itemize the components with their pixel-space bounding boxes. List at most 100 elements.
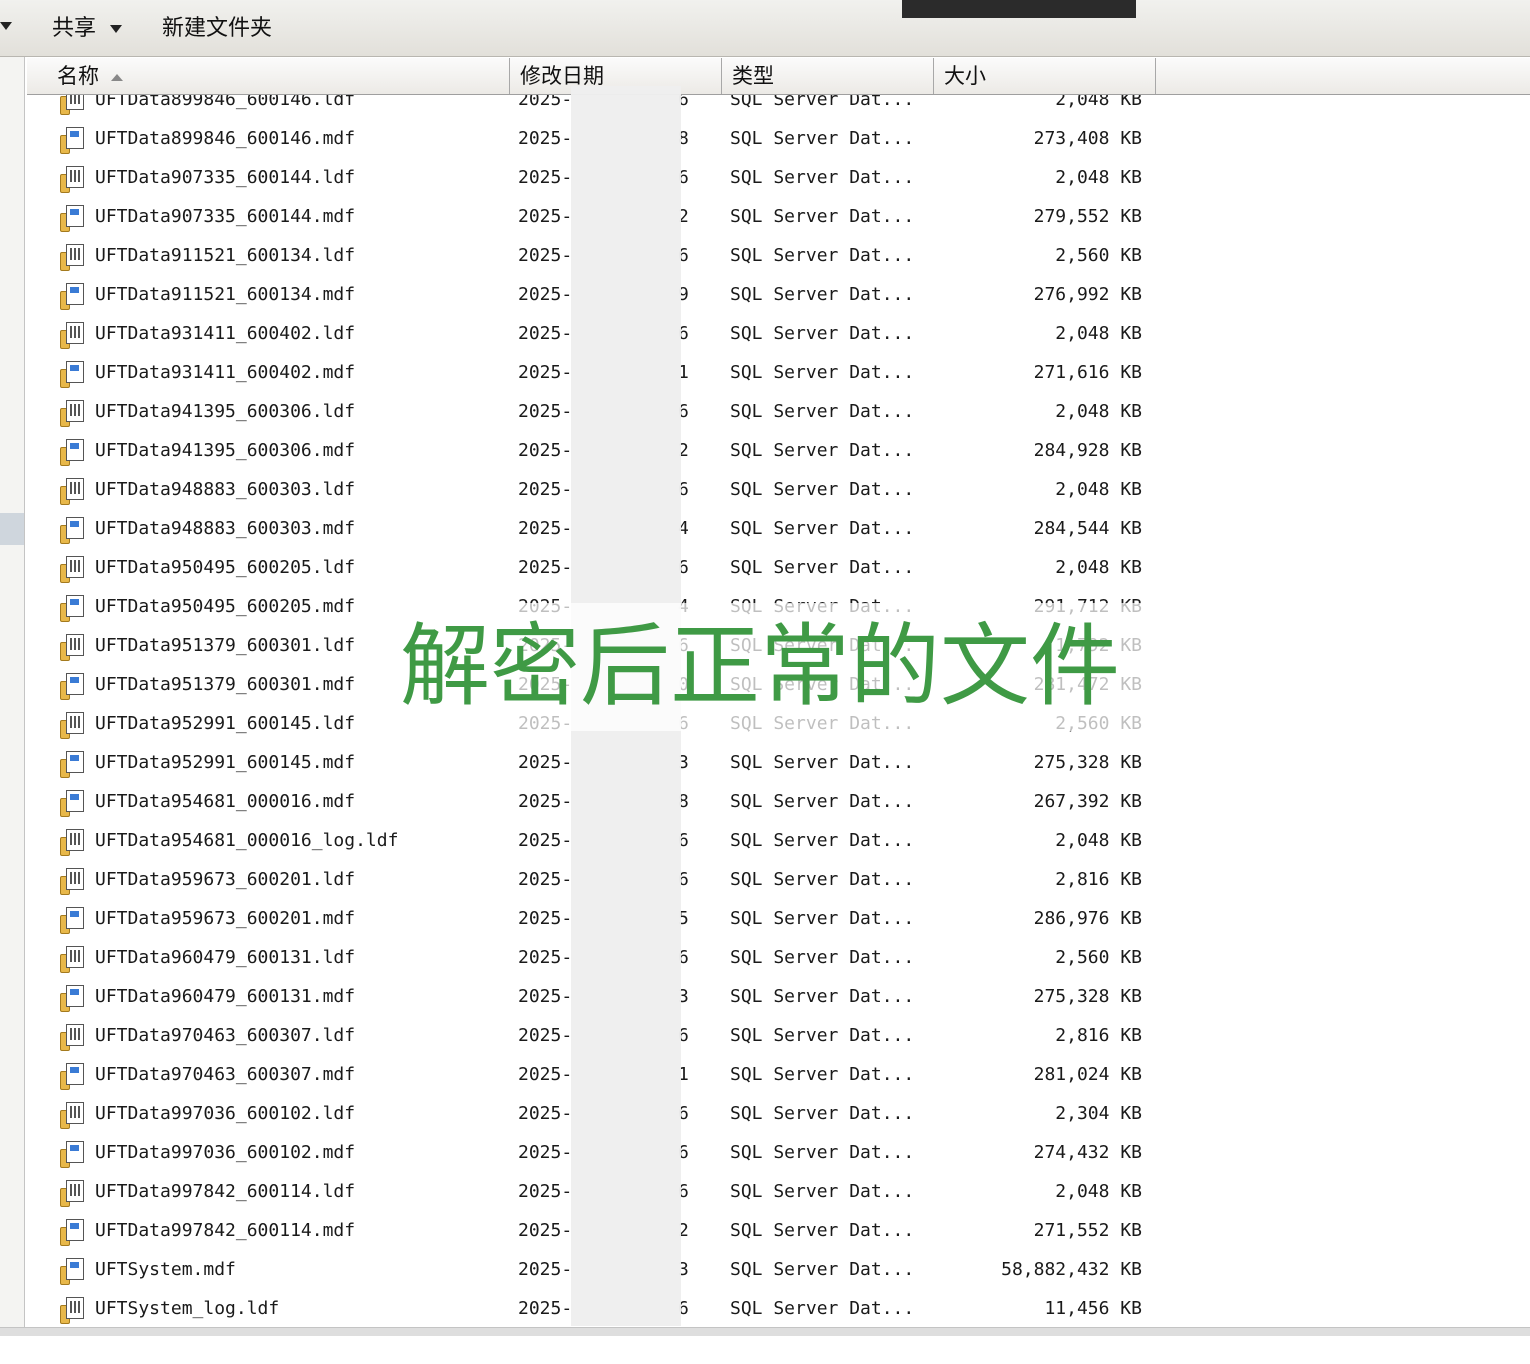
file-modified-date: 2025-	[518, 1103, 573, 1124]
file-modified-date: 2025-	[518, 986, 573, 1007]
ldf-file-icon	[60, 322, 86, 349]
file-size: 281,024 KB	[1033, 1064, 1142, 1085]
file-name: UFTData970463_600307.mdf	[95, 1064, 356, 1085]
file-name: UFTData959673_600201.ldf	[95, 869, 356, 890]
file-type: SQL Server Dat...	[730, 1181, 915, 1202]
file-name: UFTData941395_600306.mdf	[95, 440, 356, 461]
file-row[interactable]: UFTData948883_600303.mdf 2025- 4 SQL Server…	[27, 509, 1530, 548]
file-row[interactable]: UFTData899846_600146.ldf 2025- 6 SQL Server…	[27, 95, 1530, 119]
file-type: SQL Server Dat...	[730, 1220, 915, 1241]
file-type: SQL Server Dat...	[730, 1064, 915, 1085]
file-name: UFTData970463_600307.ldf	[95, 1025, 356, 1046]
file-row[interactable]: UFTData907335_600144.ldf 2025- 6 SQL Server…	[27, 158, 1530, 197]
file-size: 2,816 KB	[1055, 869, 1142, 890]
mdf-file-icon	[60, 283, 86, 310]
navigation-pane[interactable]	[0, 57, 25, 1327]
file-size: 284,544 KB	[1033, 518, 1142, 539]
file-row[interactable]: UFTData941395_600306.ldf 2025- 6 SQL Server…	[27, 392, 1530, 431]
chevron-down-icon	[110, 25, 123, 33]
sort-ascending-icon	[111, 73, 123, 81]
ldf-file-icon	[60, 634, 86, 661]
mdf-file-icon	[60, 1219, 86, 1246]
file-row[interactable]: UFTSystem.mdf 2025- 3 SQL Server Dat... 58,8…	[27, 1250, 1530, 1289]
file-row[interactable]: UFTData970463_600307.mdf 2025- 1 SQL Server…	[27, 1055, 1530, 1094]
file-name: UFTData899846_600146.ldf	[95, 95, 356, 110]
column-size-label: 大小	[944, 64, 986, 88]
file-modified-date: 2025-	[518, 830, 573, 851]
file-size: 271,552 KB	[1033, 1220, 1142, 1241]
file-row[interactable]: UFTData954681_000016.mdf 2025- 8 SQL Server…	[27, 782, 1530, 821]
file-row[interactable]: UFTData911521_600134.ldf 2025- 6 SQL Server…	[27, 236, 1530, 275]
file-row[interactable]: UFTData950495_600205.ldf 2025- 6 SQL Server…	[27, 548, 1530, 587]
file-row[interactable]: UFTData948883_600303.ldf 2025- 6 SQL Server…	[27, 470, 1530, 509]
file-row[interactable]: UFTData960479_600131.ldf 2025- 6 SQL Server…	[27, 938, 1530, 977]
column-type-label: 类型	[732, 64, 774, 88]
file-row[interactable]: UFTData899846_600146.mdf 2025- 8 SQL Server…	[27, 119, 1530, 158]
file-row[interactable]: UFTData907335_600144.mdf 2025- 2 SQL Server…	[27, 197, 1530, 236]
file-modified-date: 2025-	[518, 284, 573, 305]
file-row[interactable]: UFTData997036_600102.ldf 2025- 6 SQL Server…	[27, 1094, 1530, 1133]
file-name: UFTData997036_600102.ldf	[95, 1103, 356, 1124]
file-row[interactable]: UFTData952991_600145.mdf 2025- 3 SQL Server…	[27, 743, 1530, 782]
file-size: 2,048 KB	[1055, 1181, 1142, 1202]
mdf-file-icon	[60, 127, 86, 154]
file-type: SQL Server Dat...	[730, 830, 915, 851]
file-row[interactable]: UFTData959673_600201.ldf 2025- 6 SQL Server…	[27, 860, 1530, 899]
ldf-file-icon	[60, 1297, 86, 1324]
share-menu-button[interactable]: 共享	[52, 14, 123, 44]
file-row[interactable]: UFTData954681_000016_log.ldf 2025- 6 SQL Se…	[27, 821, 1530, 860]
file-row[interactable]: UFTData997036_600102.mdf 2025- 6 SQL Server…	[27, 1133, 1530, 1172]
file-row[interactable]: UFTData997842_600114.mdf 2025- 2 SQL Server…	[27, 1211, 1530, 1250]
file-row[interactable]: UFTData931411_600402.mdf 2025- 1 SQL Server…	[27, 353, 1530, 392]
file-size: 284,928 KB	[1033, 440, 1142, 461]
column-name-label: 名称	[57, 64, 99, 88]
column-header-name[interactable]: 名称	[27, 58, 510, 94]
column-header-size[interactable]: 大小	[934, 58, 1156, 94]
file-modified-date: 2025-	[518, 323, 573, 344]
file-name: UFTData911521_600134.ldf	[95, 245, 356, 266]
file-row[interactable]: UFTSystem_log.ldf 2025- 6 SQL Server Dat...…	[27, 1289, 1530, 1327]
file-name: UFTData950495_600205.mdf	[95, 596, 356, 617]
new-folder-button[interactable]: 新建文件夹	[162, 14, 272, 44]
file-size: 2,304 KB	[1055, 1103, 1142, 1124]
overlay-caption: 解密后正常的文件	[400, 614, 1120, 719]
file-size: 2,048 KB	[1055, 323, 1142, 344]
file-modified-date: 2025-	[518, 128, 573, 149]
file-modified-date: 2025-	[518, 167, 573, 188]
file-modified-date: 2025-	[518, 518, 573, 539]
mdf-file-icon	[60, 595, 86, 622]
file-name: UFTData931411_600402.mdf	[95, 362, 356, 383]
ldf-file-icon	[60, 400, 86, 427]
dropdown-arrow-icon[interactable]	[0, 22, 12, 30]
mdf-file-icon	[60, 1258, 86, 1285]
file-row[interactable]: UFTData931411_600402.ldf 2025- 6 SQL Server…	[27, 314, 1530, 353]
file-modified-date: 2025-	[518, 1220, 573, 1241]
navigation-selected-item[interactable]	[0, 513, 24, 545]
file-type: SQL Server Dat...	[730, 362, 915, 383]
file-name: UFTData948883_600303.ldf	[95, 479, 356, 500]
file-size: 2,048 KB	[1055, 401, 1142, 422]
file-row[interactable]: UFTData997842_600114.ldf 2025- 6 SQL Server…	[27, 1172, 1530, 1211]
ldf-file-icon	[60, 868, 86, 895]
file-name: UFTData954681_000016_log.ldf	[95, 830, 399, 851]
file-row[interactable]: UFTData960479_600131.mdf 2025- 3 SQL Server…	[27, 977, 1530, 1016]
file-row[interactable]: UFTData970463_600307.ldf 2025- 6 SQL Server…	[27, 1016, 1530, 1055]
file-row[interactable]: UFTData959673_600201.mdf 2025- 5 SQL Server…	[27, 899, 1530, 938]
file-row[interactable]: UFTData941395_600306.mdf 2025- 2 SQL Server…	[27, 431, 1530, 470]
ldf-file-icon	[60, 1102, 86, 1129]
title-bar-fragment	[902, 0, 1136, 18]
file-row[interactable]: UFTData911521_600134.mdf 2025- 9 SQL Server…	[27, 275, 1530, 314]
file-name: UFTData954681_000016.mdf	[95, 791, 356, 812]
file-type: SQL Server Dat...	[730, 284, 915, 305]
file-type: SQL Server Dat...	[730, 869, 915, 890]
file-modified-date: 2025-	[518, 1181, 573, 1202]
file-type: SQL Server Dat...	[730, 518, 915, 539]
file-size: 275,328 KB	[1033, 986, 1142, 1007]
ldf-file-icon	[60, 946, 86, 973]
file-size: 2,560 KB	[1055, 947, 1142, 968]
file-modified-date: 2025-	[518, 752, 573, 773]
file-modified-date: 2025-	[518, 362, 573, 383]
mdf-file-icon	[60, 673, 86, 700]
ldf-file-icon	[60, 478, 86, 505]
column-header-type[interactable]: 类型	[722, 58, 934, 94]
